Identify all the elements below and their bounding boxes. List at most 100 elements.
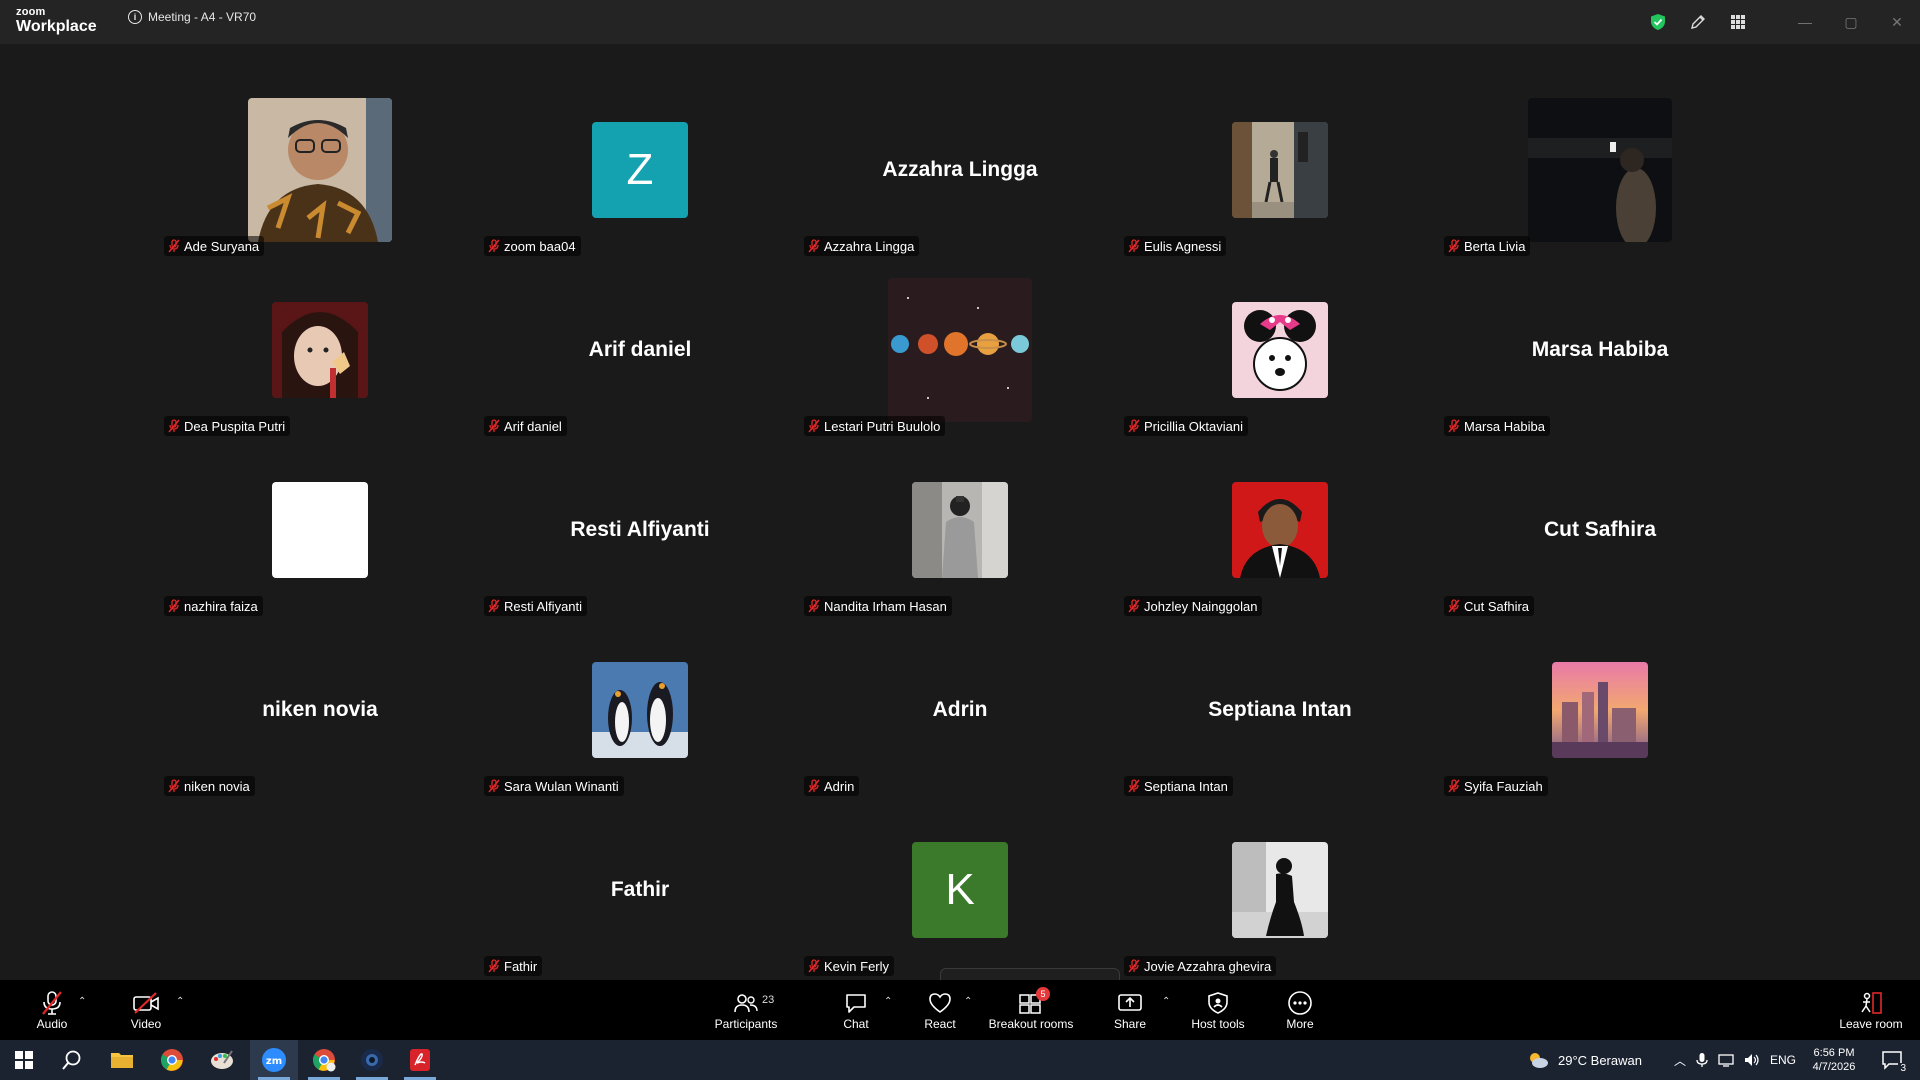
participant-tile[interactable]: Resti Alfiyanti Resti Alfiyanti (480, 440, 800, 620)
leave-room-button[interactable]: Leave room (1836, 980, 1906, 1040)
pencil-icon[interactable] (1678, 0, 1718, 44)
react-button[interactable]: React (920, 980, 960, 1040)
chevron-up-icon[interactable]: ︿ (1674, 1052, 1686, 1069)
participant-tile[interactable]: Pricillia Oktaviani (1120, 260, 1440, 440)
breakout-rooms-button[interactable]: 5 Breakout rooms (986, 980, 1076, 1040)
participant-tile[interactable]: Septiana Intan Septiana Intan (1120, 620, 1440, 800)
participant-big-name: Fathir (610, 878, 670, 901)
participants-button[interactable]: Participants (710, 980, 782, 1040)
participants-count: 23 (762, 994, 775, 1006)
security-shield-icon[interactable] (1638, 0, 1678, 44)
file-explorer-icon[interactable] (98, 1040, 146, 1080)
clock[interactable]: 6:56 PM 4/7/2026 (1808, 1040, 1860, 1080)
mic-muted-icon (1448, 239, 1460, 253)
apps-grid-icon[interactable] (1718, 0, 1758, 44)
mic-muted-icon (168, 419, 180, 433)
chrome-icon[interactable] (148, 1040, 196, 1080)
chat-button[interactable]: Chat (836, 980, 876, 1040)
close-button[interactable]: ✕ (1874, 0, 1920, 44)
participant-tile[interactable]: Marsa Habiba Marsa Habiba (1440, 260, 1760, 440)
mic-muted-icon (1128, 419, 1140, 433)
video-button[interactable]: Video (120, 980, 172, 1040)
chat-options-caret[interactable]: ⌃ (884, 996, 892, 1007)
network-icon[interactable] (1718, 1053, 1734, 1067)
participant-tile[interactable]: Syifa Fauziah (1440, 620, 1760, 800)
participant-tile[interactable]: Ade Suryana (160, 80, 480, 260)
participant-tile[interactable]: Nandita Irham Hasan (800, 440, 1120, 620)
participant-tile[interactable]: Arif daniel Arif daniel (480, 260, 800, 440)
windows-start-icon[interactable] (0, 1040, 48, 1080)
mic-muted-icon (1448, 419, 1460, 433)
more-button[interactable]: More (1280, 980, 1320, 1040)
maximize-button[interactable]: ▢ (1828, 0, 1874, 44)
meeting-title: Meeting - A4 - VR70 (148, 10, 257, 24)
camera-app-icon[interactable] (348, 1040, 396, 1080)
participant-tile[interactable]: Adrin Adrin (800, 620, 1120, 800)
participant-photo (248, 98, 392, 242)
paint-app-icon[interactable] (198, 1040, 246, 1080)
mic-muted-icon (488, 959, 500, 973)
microphone-icon[interactable] (1696, 1052, 1708, 1068)
participant-tile[interactable]: Dea Puspita Putri (160, 260, 480, 440)
participant-nameplate: Azzahra Lingga (804, 236, 920, 256)
audio-button[interactable]: Audio (28, 980, 76, 1040)
host-tools-button[interactable]: Host tools (1188, 980, 1248, 1040)
video-label: Video (130, 1017, 162, 1031)
participant-tile[interactable]: Johzley Nainggolan (1120, 440, 1440, 620)
participant-tile[interactable]: niken novia niken novia (160, 620, 480, 800)
zoom-taskbar-icon[interactable]: zm (250, 1040, 298, 1080)
participant-nameplate: Sara Wulan Winanti (484, 776, 624, 796)
participant-big-name: Adrin (932, 698, 988, 721)
info-icon: i (128, 10, 142, 24)
minimize-button[interactable]: — (1782, 0, 1828, 44)
notification-center-icon[interactable]: 3 (1868, 1040, 1916, 1080)
pdf-reader-icon[interactable] (396, 1040, 444, 1080)
mic-muted-icon (808, 239, 820, 253)
mic-muted-icon (39, 989, 65, 1017)
participant-nameplate: Eulis Agnessi (1124, 236, 1227, 256)
video-options-caret[interactable]: ⌃ (176, 996, 184, 1007)
participant-tile[interactable]: Cut Safhira Cut Safhira (1440, 440, 1760, 620)
search-icon[interactable] (48, 1040, 96, 1080)
participant-tile[interactable]: Fathir Fathir (480, 800, 800, 980)
participant-nameplate: Fathir (484, 956, 543, 976)
participant-tile[interactable]: K Kevin Ferly (800, 800, 1120, 980)
share-button[interactable]: Share (1110, 980, 1150, 1040)
participant-tile[interactable]: Sara Wulan Winanti (480, 620, 800, 800)
participant-tile[interactable]: Berta Livia (1440, 80, 1760, 260)
share-screen-icon (1117, 989, 1143, 1017)
participant-name: Septiana Intan (1144, 778, 1228, 794)
share-label: Share (1113, 1017, 1147, 1031)
participant-letter-avatar: K (912, 842, 1008, 938)
participant-photo (1232, 122, 1328, 218)
participant-tile[interactable]: Jovie Azzahra ghevira (1120, 800, 1440, 980)
participant-nameplate: Dea Puspita Putri (164, 416, 291, 436)
audio-options-caret[interactable]: ⌃ (78, 996, 86, 1007)
participant-name: niken novia (184, 778, 250, 794)
meeting-info-button[interactable]: i Meeting - A4 - VR70 (128, 10, 256, 24)
participants-label: Participants (714, 1017, 778, 1031)
participant-name: Marsa Habiba (1464, 418, 1545, 434)
weather-widget[interactable]: 29°C Berawan (1526, 1040, 1642, 1080)
participant-tile[interactable]: nazhira faiza (160, 440, 480, 620)
language-indicator[interactable]: ENG (1770, 1053, 1796, 1067)
participant-tile[interactable]: Eulis Agnessi (1120, 80, 1440, 260)
participant-name: Arif daniel (504, 418, 562, 434)
participant-name: Eulis Agnessi (1144, 238, 1222, 254)
mic-muted-icon (1128, 599, 1140, 613)
zoom-workplace-logo: zoom Workplace (16, 7, 97, 35)
participant-nameplate: niken novia (164, 776, 255, 796)
participant-name: Lestari Putri Buulolo (824, 418, 941, 434)
participant-big-name: Resti Alfiyanti (570, 518, 710, 541)
share-options-caret[interactable]: ⌃ (1162, 996, 1170, 1007)
leave-room-icon (1858, 989, 1884, 1017)
participant-tile[interactable]: Z zoom baa04 (480, 80, 800, 260)
chrome-profile-icon[interactable] (300, 1040, 348, 1080)
participant-tile[interactable]: Azzahra Lingga Azzahra Lingga (800, 80, 1120, 260)
volume-icon[interactable] (1744, 1053, 1760, 1067)
participant-nameplate: Syifa Fauziah (1444, 776, 1548, 796)
participant-tile[interactable]: Lestari Putri Buulolo (800, 260, 1120, 440)
notification-count: 3 (1898, 1063, 1908, 1074)
mic-muted-icon (1128, 779, 1140, 793)
react-options-caret[interactable]: ⌃ (964, 996, 972, 1007)
